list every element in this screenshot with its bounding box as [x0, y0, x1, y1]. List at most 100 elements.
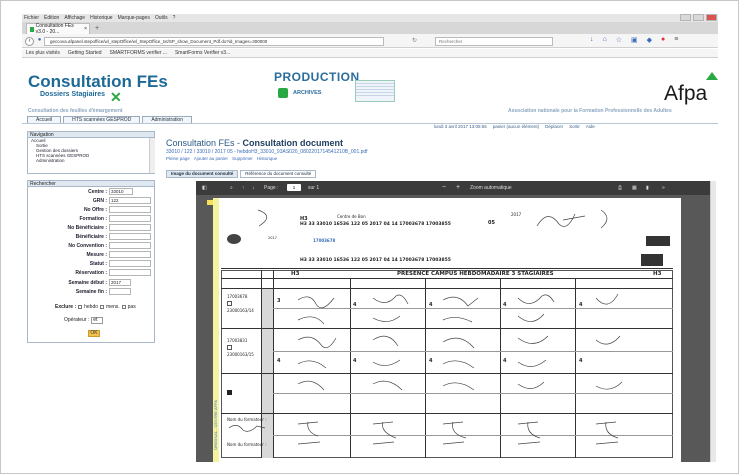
pdf-doc-num: 05 — [488, 220, 495, 226]
reload-icon[interactable]: ↻ — [412, 37, 417, 44]
back-button[interactable]: ‹ — [25, 37, 34, 46]
more-tools-icon[interactable]: » — [662, 181, 665, 195]
grn-input[interactable]: 122 — [109, 197, 151, 204]
tab-document-image[interactable]: Image du document consulté — [166, 170, 239, 178]
maximize-button[interactable] — [693, 14, 704, 21]
search-input[interactable]: Rechercher — [435, 37, 553, 46]
exclude-pas-checkbox[interactable] — [121, 305, 126, 309]
basket-link[interactable]: panier (aucun élément) — [493, 124, 539, 129]
full-page-link[interactable]: Pleine page — [166, 156, 190, 161]
favicon-icon — [30, 26, 34, 32]
menu-bookmarks[interactable]: Marque-pages — [118, 15, 150, 21]
url-bar[interactable]: geccova.afpanel.stepoffice/wl_stepOffice… — [44, 37, 384, 46]
info-icon[interactable]: ● — [35, 37, 44, 46]
shade-3 — [262, 374, 273, 413]
bookmark-star-icon[interactable]: ☆ — [616, 36, 622, 44]
window-controls — [680, 14, 717, 21]
tab-strip — [22, 22, 718, 34]
nav-item-administration[interactable]: Administration — [28, 158, 154, 163]
pdf-header-code-2: H3 33 33010 16536 122 05 2017 04 14 1700… — [300, 258, 451, 263]
semaine-fin-input[interactable] — [109, 288, 131, 295]
bookmark-most-visited[interactable]: Les plus visités — [26, 50, 60, 56]
page-up-icon[interactable]: ↑ — [242, 181, 245, 195]
title-bold: Consultation document — [242, 138, 344, 148]
mesure-input[interactable] — [109, 251, 151, 258]
semaine-debut-input[interactable]: 2017 — [109, 279, 131, 286]
association-label: Association nationale pour la Formation … — [508, 108, 672, 114]
home-icon[interactable]: ⌂ — [603, 36, 607, 44]
formateur-signatures — [297, 421, 619, 445]
menu-view[interactable]: Affichage — [64, 15, 85, 21]
reservation-input[interactable] — [109, 269, 151, 276]
digit-4-h: 4 — [503, 358, 507, 364]
exclude-mens-checkbox[interactable] — [100, 305, 105, 309]
formation-input[interactable] — [109, 215, 151, 222]
shield-icon[interactable]: ◆ — [647, 36, 652, 44]
archives-icon[interactable] — [278, 88, 288, 98]
archives-link[interactable]: ARCHIVES — [293, 90, 321, 96]
zoom-out-icon[interactable]: − — [442, 181, 446, 195]
table-title: PRESENCE CAMPUS HEBDOMADAIRE 3 STAGIAIRE… — [397, 271, 554, 277]
navigation-scrollbar[interactable] — [149, 138, 155, 173]
title-prefix: Consultation FEs - — [166, 138, 243, 148]
operator-select[interactable]: et — [91, 317, 104, 324]
pdf-annotation-marker[interactable] — [207, 200, 213, 205]
formateur-name-scribble — [228, 425, 266, 432]
browser-tab[interactable]: Consultation FEs v3.0 - 20... × — [26, 23, 90, 35]
menu-edit[interactable]: Édition — [44, 15, 59, 21]
table-h3-left: H3 — [291, 271, 300, 277]
download-icon[interactable]: ↓ — [590, 36, 594, 44]
history-link[interactable]: Historique — [257, 156, 277, 161]
menu-help[interactable]: ? — [173, 15, 176, 21]
page-scrollbar[interactable] — [710, 181, 716, 462]
close-button[interactable] — [706, 14, 717, 21]
delete-link[interactable]: Supprimer — [232, 156, 253, 161]
close-tab-icon[interactable]: × — [84, 26, 87, 32]
shade-1 — [262, 289, 273, 328]
search-header: Rechercher — [28, 181, 154, 187]
menu-file[interactable]: Fichier — [24, 15, 39, 21]
zoom-in-icon[interactable]: + — [456, 181, 460, 195]
extension-icon[interactable]: ● — [661, 36, 665, 44]
print-icon[interactable]: ⎙ — [618, 181, 622, 195]
menu-tools[interactable]: Outils — [155, 15, 168, 21]
tab-document-reference[interactable]: Référence du document consulté — [240, 170, 317, 178]
page-label: Page : — [264, 185, 279, 191]
move-link[interactable]: Déplacer — [545, 124, 563, 129]
help-link[interactable]: Aide — [586, 124, 595, 129]
clipboard-icon[interactable]: ▣ — [631, 36, 638, 44]
page-number-input[interactable]: 1 — [287, 181, 301, 195]
table-h3-right: H3 — [653, 271, 662, 277]
pdf-page: H3 Centre de Bon H3 33 33010 16536 122 0… — [213, 198, 681, 462]
centre-select[interactable]: 33010 — [109, 188, 133, 195]
bookmark-smartforms-verifier[interactable]: SmartForms Verifier v3... — [175, 50, 230, 56]
ok-button[interactable]: OK — [88, 330, 100, 337]
shade-2 — [262, 329, 273, 373]
bookmark-getting-started[interactable]: Getting Started — [68, 50, 102, 56]
new-tab-button[interactable]: + — [92, 24, 102, 33]
document-path[interactable]: 33010 / 122 / 33010 / 2017 05 - hebdoH3_… — [166, 149, 368, 155]
bookmark-smartforms[interactable]: SMARTFORMS verifier ... — [110, 50, 167, 56]
exclude-hebdo-checkbox[interactable] — [78, 305, 83, 309]
save-icon[interactable]: ▦ — [632, 181, 637, 195]
logout-link[interactable]: Sortir — [569, 124, 580, 129]
beneficiaire-input[interactable] — [109, 233, 151, 240]
minimize-button[interactable] — [680, 14, 691, 21]
convention-input[interactable] — [109, 242, 151, 249]
statut-input[interactable] — [109, 260, 151, 267]
hamburger-menu-icon[interactable]: ≡ — [674, 36, 678, 44]
signatures-grid — [297, 293, 623, 391]
status-bar: lundi 3 avril 2017 13:05:55 panier (aucu… — [434, 124, 595, 129]
scan-barcode-2 — [641, 254, 663, 266]
zoom-select[interactable]: Zoom automatique — [470, 181, 512, 195]
field-centre: Centre :33010 — [27, 188, 155, 196]
bookmark-icon[interactable]: ▮ — [646, 181, 649, 195]
pdf-year: 2017 — [511, 212, 522, 217]
page-down-icon[interactable]: ↓ — [252, 181, 255, 195]
menu-history[interactable]: Historique — [90, 15, 113, 21]
offre-input[interactable] — [109, 206, 151, 213]
find-icon[interactable]: ⌕ — [230, 181, 233, 195]
no-beneficiaire-input[interactable] — [109, 224, 151, 231]
add-to-basket-link[interactable]: Ajouter au panier — [194, 156, 228, 161]
sidebar-toggle-icon[interactable]: ◧ — [202, 181, 207, 195]
